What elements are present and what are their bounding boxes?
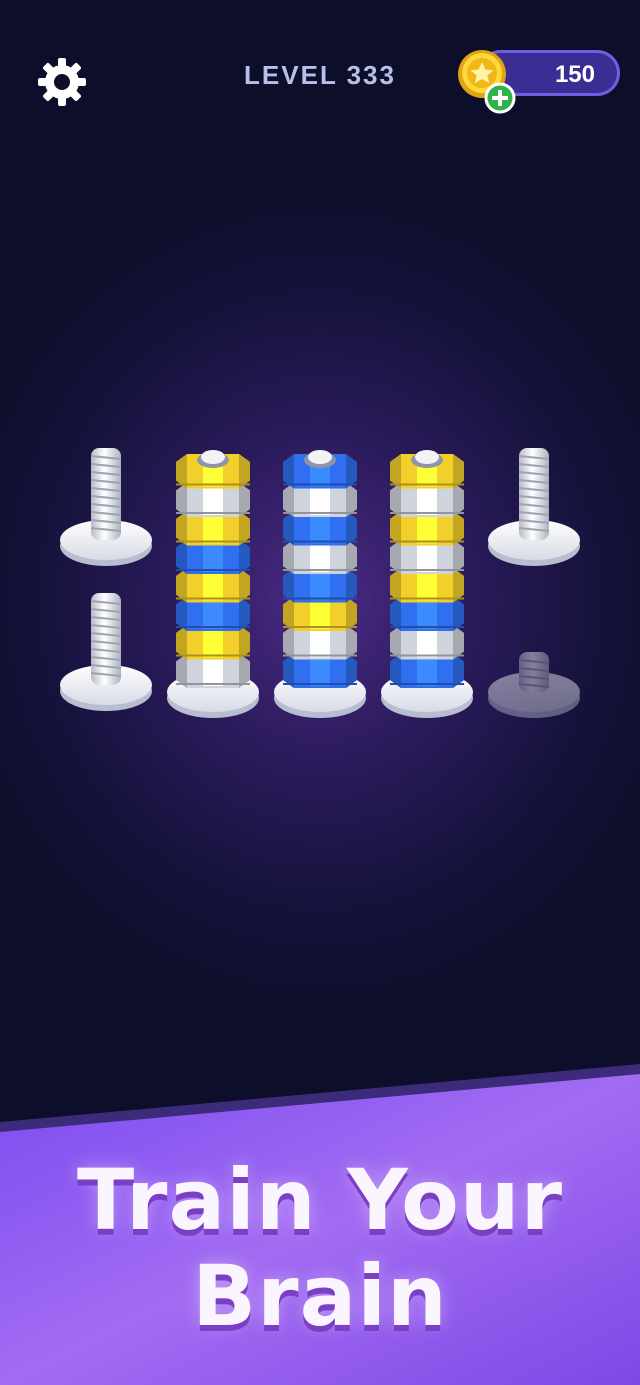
game-board [60, 448, 580, 718]
nut-yellow [390, 450, 464, 489]
banner-headline-1: Train Your [76, 1151, 564, 1249]
nut-blue [283, 450, 357, 489]
bolt-locked[interactable] [488, 652, 580, 718]
nut-tower[interactable] [274, 450, 366, 718]
coin-count: 150 [554, 61, 595, 88]
bolt-empty[interactable] [488, 448, 580, 566]
bolt-empty[interactable] [60, 593, 152, 711]
banner-headline-2: Brain [192, 1247, 448, 1345]
bolt-empty[interactable] [60, 448, 152, 566]
nut-yellow [176, 450, 250, 489]
promo-banner: Train Your Brain [0, 1060, 640, 1385]
nut-tower[interactable] [167, 450, 259, 718]
plus-icon[interactable] [484, 82, 516, 114]
top-bar: LEVEL 333 150 [0, 0, 640, 140]
nut-tower[interactable] [381, 450, 473, 718]
